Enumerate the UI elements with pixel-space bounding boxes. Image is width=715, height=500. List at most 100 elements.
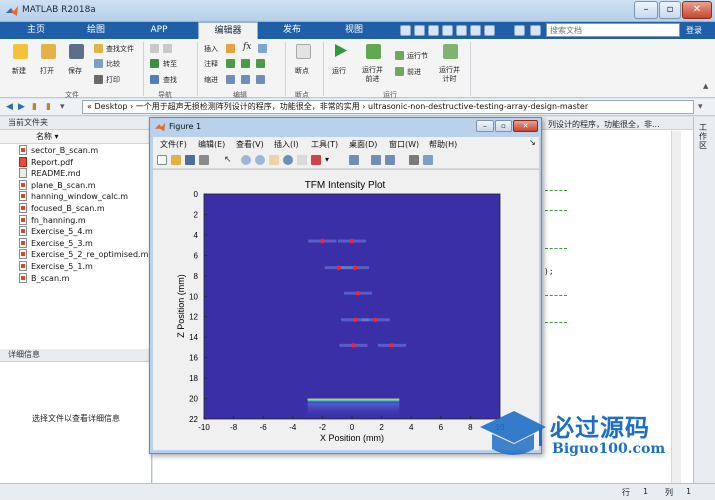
file-item[interactable]: plane_B_scan.m [19, 179, 96, 192]
print-button[interactable]: 打印 [106, 75, 120, 85]
tab-home[interactable]: 主页 [10, 22, 62, 39]
insert-button[interactable]: 插入 [204, 44, 218, 54]
file-item[interactable]: B_scan.m [19, 272, 69, 285]
menu-help[interactable]: 帮助(H) [429, 139, 457, 150]
menu-desktop[interactable]: 桌面(D) [349, 139, 377, 150]
workspace-label[interactable]: 工作区 [699, 123, 709, 150]
menu-tools[interactable]: 工具(T) [311, 139, 338, 150]
redo-quick-icon[interactable] [470, 25, 481, 36]
find-button[interactable]: 查找 [163, 75, 177, 85]
file-item[interactable]: Exercise_5_3.m [19, 237, 93, 250]
breakpoints-button[interactable]: 断点 [295, 66, 309, 76]
path-dropdown-icon[interactable]: ▾ [60, 102, 65, 112]
reflector-point[interactable] [373, 317, 378, 322]
menu-edit[interactable]: 编辑(E) [198, 139, 225, 150]
open-button[interactable]: 打开 [40, 66, 54, 76]
file-item[interactable]: hanning_window_calc.m [19, 191, 128, 203]
close-button[interactable]: ✕ [682, 1, 712, 19]
file-item[interactable]: fn_hanning.m [19, 214, 86, 227]
reflector-point[interactable] [320, 238, 325, 244]
paste-quick-icon[interactable] [442, 25, 453, 36]
tab-editor[interactable]: 编辑器 [198, 22, 258, 39]
reflector-point[interactable] [352, 317, 358, 322]
zoom-in-icon[interactable] [241, 155, 251, 165]
fx-button[interactable]: fx [243, 42, 251, 52]
show-tools-icon[interactable] [423, 155, 433, 165]
figure-minimize-button[interactable]: – [476, 120, 494, 132]
path-history-icon[interactable]: ▾ [698, 102, 703, 112]
minimize-button[interactable]: – [634, 1, 658, 19]
file-item[interactable]: Report.pdf [19, 156, 73, 169]
browse-folder-icon[interactable]: ▮ [46, 102, 51, 112]
reflector-point[interactable] [389, 343, 395, 348]
advance-button[interactable]: 前进 [407, 67, 421, 77]
find-files-button[interactable]: 查找文件 [106, 44, 134, 54]
reflector-point[interactable] [336, 265, 341, 270]
figure-title-bar[interactable]: Figure 1 – ▫ ✕ [150, 118, 541, 136]
figure-close-button[interactable]: ✕ [513, 120, 538, 132]
file-item[interactable]: sector_B_scan.m [19, 145, 98, 157]
run-and-advance-button[interactable]: 运行并 前进 [362, 66, 383, 84]
save-button[interactable]: 保存 [68, 66, 82, 76]
menu-view[interactable]: 查看(V) [236, 139, 264, 150]
copy-quick-icon[interactable] [428, 25, 439, 36]
tab-publish[interactable]: 发布 [266, 22, 318, 39]
up-folder-icon[interactable]: ▮ [32, 102, 37, 112]
plot-area[interactable] [204, 194, 500, 419]
ribbon-collapse-icon[interactable]: ▲ [703, 82, 708, 90]
colorbar-icon[interactable] [371, 155, 381, 165]
compare-button[interactable]: 比较 [106, 59, 120, 69]
run-and-time-button[interactable]: 运行并 计时 [439, 66, 460, 84]
back-icon[interactable]: ◀ [6, 102, 13, 112]
pointer-icon[interactable]: ↖ [224, 155, 234, 165]
data-cursor-icon[interactable] [297, 155, 307, 165]
file-item[interactable]: README.md [19, 168, 81, 180]
forward-icon[interactable]: ▶ [18, 102, 25, 112]
file-item[interactable]: Exercise_5_1.m [19, 261, 93, 273]
rotate-icon[interactable] [283, 155, 293, 165]
run-button[interactable]: 运行 [332, 66, 346, 76]
file-item[interactable]: Exercise_5_4.m [19, 226, 93, 238]
menu-dock-icon[interactable]: ↘ [529, 138, 536, 147]
new-button[interactable]: 新建 [12, 66, 26, 76]
open-file-icon[interactable] [171, 155, 181, 165]
hide-tools-icon[interactable] [409, 155, 419, 165]
help-quick-icon[interactable] [514, 25, 525, 36]
cut-quick-icon[interactable] [414, 25, 425, 36]
reflector-point[interactable] [355, 291, 361, 296]
print-figure-icon[interactable] [199, 155, 209, 165]
new-figure-icon[interactable] [157, 155, 167, 165]
goto-button[interactable]: 转至 [163, 59, 177, 69]
link-plot-icon[interactable] [349, 155, 359, 165]
pan-icon[interactable] [269, 155, 279, 165]
zoom-out-icon[interactable] [255, 155, 265, 165]
community-icon[interactable] [530, 25, 541, 36]
reflector-point[interactable] [352, 265, 358, 270]
tab-view[interactable]: 视图 [328, 22, 380, 39]
reflector-point[interactable] [351, 343, 356, 348]
brush-dropdown-icon[interactable]: ▾ [325, 155, 335, 165]
run-section-button[interactable]: 运行节 [407, 51, 428, 61]
figure-maximize-button[interactable]: ▫ [495, 120, 512, 132]
backwall-echo[interactable] [307, 398, 400, 403]
tab-plots[interactable]: 绘图 [70, 22, 122, 39]
search-docs-input[interactable] [546, 23, 680, 37]
name-column-header[interactable]: 名称 ▾ [0, 130, 152, 144]
file-item[interactable]: focused_B_scan.m [19, 203, 105, 215]
tab-apps[interactable]: APP [133, 22, 185, 39]
undo-quick-icon[interactable] [456, 25, 467, 36]
maximize-button[interactable]: ▫ [659, 1, 681, 19]
menu-insert[interactable]: 插入(I) [274, 139, 299, 150]
save-quick-icon[interactable] [400, 25, 411, 36]
menu-file[interactable]: 文件(F) [160, 139, 187, 150]
current-path[interactable]: « Desktop › 一个用于超声无损检测阵列设计的程序，功能很全，非常的实用… [82, 100, 694, 114]
save-figure-icon[interactable] [185, 155, 195, 165]
legend-icon[interactable] [385, 155, 395, 165]
login-link[interactable]: 登录 [686, 25, 702, 36]
file-item[interactable]: Exercise_5_2_re_optimised.m [19, 249, 148, 261]
indent-button[interactable]: 缩进 [204, 75, 218, 85]
menu-window[interactable]: 窗口(W) [389, 139, 419, 150]
switch-windows-icon[interactable] [484, 25, 495, 36]
brush-icon[interactable] [311, 155, 321, 165]
reflector-point[interactable] [349, 238, 355, 244]
